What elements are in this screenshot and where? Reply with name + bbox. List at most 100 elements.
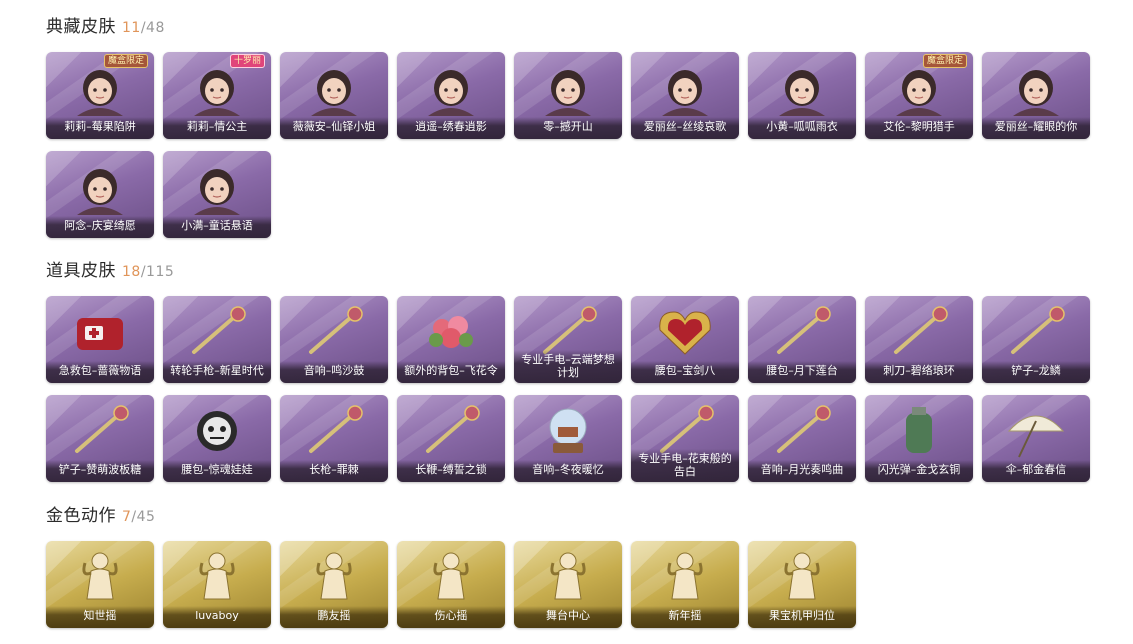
total-count: /115 bbox=[140, 264, 175, 280]
card-label: 阿念–庆宴绮愿 bbox=[46, 216, 154, 238]
skin-card[interactable]: 逍遥–绣春逍影 bbox=[397, 52, 505, 139]
section-count: 18/115 bbox=[122, 264, 174, 280]
card-label: 鹏友摇 bbox=[280, 606, 388, 628]
skin-card[interactable]: 魔盒限定 艾伦–黎明猎手 bbox=[865, 52, 973, 139]
flower-bag-icon bbox=[414, 302, 488, 360]
revolver-icon bbox=[180, 302, 254, 360]
card-label: 专业手电–花束般的告白 bbox=[631, 449, 739, 482]
card-label: 薇薇安–仙铎小姐 bbox=[280, 117, 388, 139]
card-label: 小满–童话悬语 bbox=[163, 216, 271, 238]
section-header: 金色动作 7/45 bbox=[46, 503, 1090, 529]
snow-globe-icon bbox=[531, 401, 605, 459]
whip-icon bbox=[414, 401, 488, 459]
grenade-icon bbox=[882, 401, 956, 459]
card-label: 急救包–蔷薇物语 bbox=[46, 361, 154, 383]
skin-card[interactable]: 新年摇 bbox=[631, 541, 739, 628]
section-title: 金色动作 bbox=[46, 506, 116, 526]
skin-card[interactable]: 转轮手枪–新星时代 bbox=[163, 296, 271, 383]
skin-card[interactable]: 音响–鸣沙鼓 bbox=[280, 296, 388, 383]
card-label: 知世摇 bbox=[46, 606, 154, 628]
owned-count: 18 bbox=[122, 264, 141, 280]
card-label: luvaboy bbox=[163, 606, 271, 628]
skin-card[interactable]: 音响–冬夜暖忆 bbox=[514, 395, 622, 482]
skin-card[interactable]: 小满–童话悬语 bbox=[163, 151, 271, 238]
card-label: 零–撼开山 bbox=[514, 117, 622, 139]
skin-card[interactable]: 小黄–呱呱雨衣 bbox=[748, 52, 856, 139]
character-portrait-icon bbox=[765, 58, 839, 116]
medkit-icon bbox=[63, 302, 137, 360]
card-label: 腰包–宝剑八 bbox=[631, 361, 739, 383]
skin-card[interactable]: 腰包–月下莲台 bbox=[748, 296, 856, 383]
skin-card[interactable]: 零–撼开山 bbox=[514, 52, 622, 139]
skin-card[interactable]: 爱丽丝–耀眼的你 bbox=[982, 52, 1090, 139]
section-1: 典藏皮肤 11/48 魔盒限定 莉莉–莓果陷阱 十罗丽 莉莉–情公主 薇薇安–仙铎小姐 逍遥–… bbox=[46, 14, 1090, 238]
card-label: 伤心摇 bbox=[397, 606, 505, 628]
skin-card[interactable]: 专业手电–花束般的告白 bbox=[631, 395, 739, 482]
skin-card[interactable]: 额外的背包–飞花令 bbox=[397, 296, 505, 383]
section-title: 道具皮肤 bbox=[46, 261, 116, 281]
skin-card[interactable]: 爱丽丝–丝绫哀歌 bbox=[631, 52, 739, 139]
shovel-icon bbox=[999, 302, 1073, 360]
skin-card[interactable]: luvaboy bbox=[163, 541, 271, 628]
card-label: 果宝机甲归位 bbox=[748, 606, 856, 628]
skin-card[interactable]: 果宝机甲归位 bbox=[748, 541, 856, 628]
card-label: 爱丽丝–耀眼的你 bbox=[982, 117, 1090, 139]
heart-shield-icon bbox=[648, 302, 722, 360]
music-box-icon bbox=[765, 401, 839, 459]
skin-card[interactable]: 闪光弹–金戈玄铜 bbox=[865, 395, 973, 482]
dance-pose-icon bbox=[765, 547, 839, 605]
card-label: 长枪–罪棘 bbox=[280, 460, 388, 482]
character-portrait-icon bbox=[180, 157, 254, 215]
skin-card[interactable]: 阿念–庆宴绮愿 bbox=[46, 151, 154, 238]
skin-card[interactable]: 刺刀–碧络琅环 bbox=[865, 296, 973, 383]
total-count: /45 bbox=[131, 509, 156, 525]
section-count: 7/45 bbox=[122, 509, 155, 525]
card-label: 铲子–赞萌波板糖 bbox=[46, 460, 154, 482]
blade-icon bbox=[882, 302, 956, 360]
section-count: 11/48 bbox=[122, 20, 165, 36]
card-label: 腰包–月下莲台 bbox=[748, 361, 856, 383]
lollipop-shovel-icon bbox=[63, 401, 137, 459]
dance-pose-icon bbox=[414, 547, 488, 605]
skin-card[interactable]: 长枪–罪棘 bbox=[280, 395, 388, 482]
skin-card[interactable]: 长鞭–缚誓之锁 bbox=[397, 395, 505, 482]
card-label: 小黄–呱呱雨衣 bbox=[748, 117, 856, 139]
dance-pose-icon bbox=[180, 547, 254, 605]
item-grid: 知世摇 luvaboy 鹏友摇 伤心摇 舞台中心 新年摇 果宝机甲归位 bbox=[46, 541, 1090, 628]
drum-icon bbox=[297, 302, 371, 360]
dance-pose-icon bbox=[297, 547, 371, 605]
skin-card[interactable]: 腰包–宝剑八 bbox=[631, 296, 739, 383]
card-label: 转轮手枪–新星时代 bbox=[163, 361, 271, 383]
skin-card[interactable]: 急救包–蔷薇物语 bbox=[46, 296, 154, 383]
skin-card[interactable]: 腰包–惊魂娃娃 bbox=[163, 395, 271, 482]
skin-card[interactable]: 知世摇 bbox=[46, 541, 154, 628]
owned-count: 11 bbox=[122, 20, 141, 36]
card-label: 新年摇 bbox=[631, 606, 739, 628]
character-portrait-icon bbox=[297, 58, 371, 116]
skin-card[interactable]: 伤心摇 bbox=[397, 541, 505, 628]
character-portrait-icon bbox=[999, 58, 1073, 116]
skin-card[interactable]: 专业手电–云端梦想计划 bbox=[514, 296, 622, 383]
skin-card[interactable]: 薇薇安–仙铎小姐 bbox=[280, 52, 388, 139]
skin-card[interactable]: 伞–郁金春信 bbox=[982, 395, 1090, 482]
card-label: 闪光弹–金戈玄铜 bbox=[865, 460, 973, 482]
character-portrait-icon bbox=[531, 58, 605, 116]
card-label: 莉莉–情公主 bbox=[163, 117, 271, 139]
card-label: 刺刀–碧络琅环 bbox=[865, 361, 973, 383]
card-label: 音响–鸣沙鼓 bbox=[280, 361, 388, 383]
skin-card[interactable]: 音响–月光奏鸣曲 bbox=[748, 395, 856, 482]
skin-card[interactable]: 魔盒限定 莉莉–莓果陷阱 bbox=[46, 52, 154, 139]
character-portrait-icon bbox=[414, 58, 488, 116]
card-label: 音响–冬夜暖忆 bbox=[514, 460, 622, 482]
doll-icon bbox=[180, 401, 254, 459]
item-grid: 急救包–蔷薇物语 转轮手枪–新星时代 音响–鸣沙鼓 额外的背包–飞花令 专业手电–云端梦… bbox=[46, 296, 1090, 482]
skin-card[interactable]: 十罗丽莉莉–情公主 bbox=[163, 52, 271, 139]
card-label: 铲子–龙鳞 bbox=[982, 361, 1090, 383]
skin-card[interactable]: 鹏友摇 bbox=[280, 541, 388, 628]
limited-badge: 十罗丽 bbox=[229, 54, 265, 68]
skin-card[interactable]: 舞台中心 bbox=[514, 541, 622, 628]
skin-card[interactable]: 铲子–龙鳞 bbox=[982, 296, 1090, 383]
item-grid: 魔盒限定 莉莉–莓果陷阱 十罗丽 莉莉–情公主 薇薇安–仙铎小姐 逍遥–绣春逍影 零–撼开山… bbox=[46, 52, 1090, 238]
skin-card[interactable]: 铲子–赞萌波板糖 bbox=[46, 395, 154, 482]
character-portrait-icon bbox=[648, 58, 722, 116]
